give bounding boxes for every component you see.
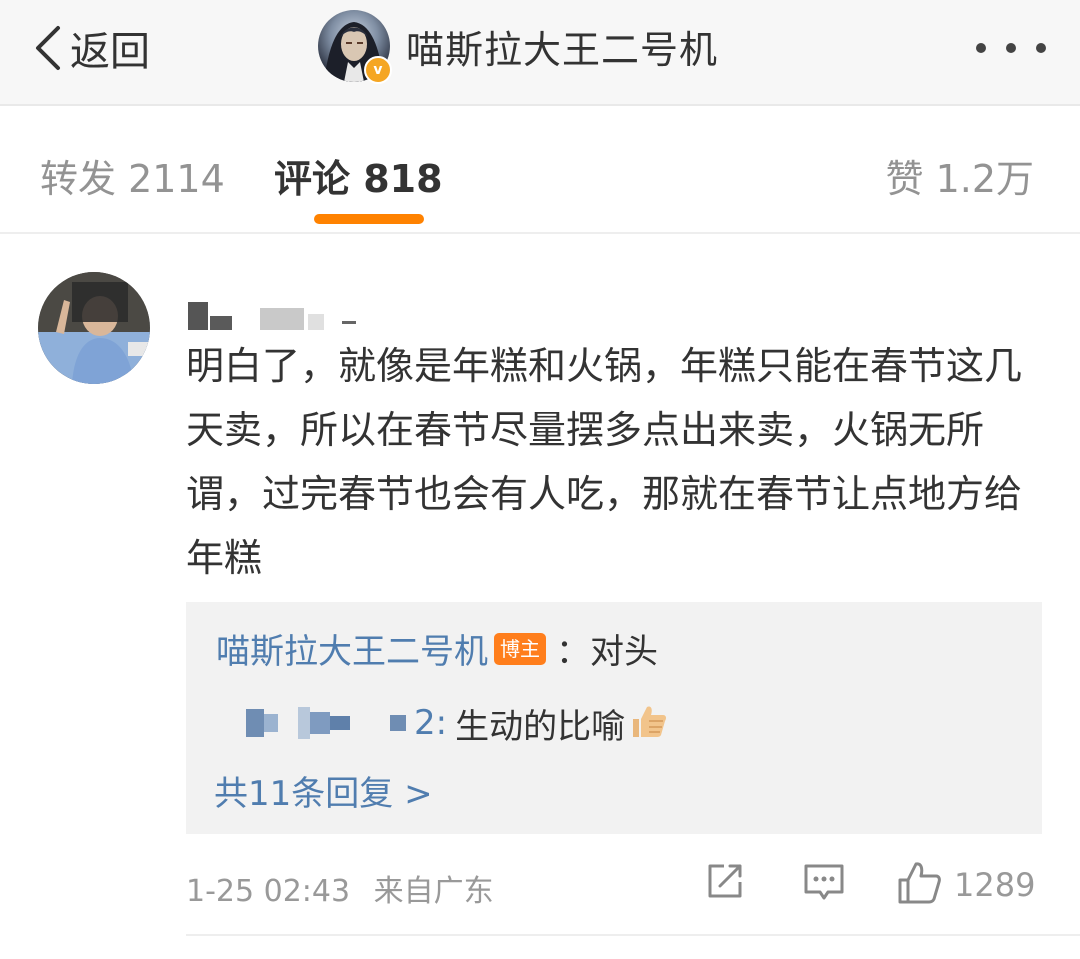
comment-timestamp: 1-25 02:43 — [186, 874, 351, 909]
tab-comment[interactable]: 评论 818 — [274, 148, 443, 203]
author-avatar[interactable]: v — [318, 10, 392, 84]
tab-bar: 转发 2114 评论 818 赞 1.2万 — [0, 106, 1080, 234]
privacy-mosaic — [72, 282, 128, 322]
reply-text: 生动的比喻 — [455, 706, 626, 747]
thumbs-up-emoji-icon — [629, 703, 667, 743]
comment-icon — [802, 860, 846, 908]
page-title: 喵斯拉大王二号机 — [406, 27, 719, 72]
comment-text: 明白了，就像是年糕和火锅，年糕只能在春节这几天卖，所以在春节尽量摆多点出来卖，火… — [186, 344, 1023, 580]
active-tab-indicator — [314, 214, 424, 224]
thumbs-up-icon — [896, 860, 942, 910]
reply-author-link[interactable]: 喵斯拉大王二号机 — [216, 624, 488, 673]
back-label: 返回 — [70, 29, 150, 75]
dot-icon — [1006, 43, 1016, 53]
commenter-name-redacted[interactable] — [188, 290, 356, 330]
chevron-left-icon — [32, 24, 62, 72]
reply-preview-box[interactable]: 喵斯拉大王二号机 博主 ：对头 2: 生动的比喻 共11条回复 > — [186, 602, 1042, 834]
tab-like[interactable]: 赞 1.2万 — [885, 148, 1034, 203]
comment-meta: 1-25 02:43 来自广东 — [186, 866, 494, 910]
reply-button[interactable] — [802, 860, 846, 908]
more-options-button[interactable] — [976, 36, 1046, 60]
top-nav-bar: 返回 v 喵斯拉大王二号机 — [0, 0, 1080, 106]
like-button[interactable]: 1289 — [896, 860, 1035, 910]
post-author[interactable]: v 喵斯拉大王二号机 — [318, 10, 719, 84]
blogger-badge: 博主 — [494, 632, 546, 665]
redacted-username[interactable] — [216, 707, 406, 739]
verified-badge-icon: v — [364, 56, 392, 84]
back-button[interactable]: 返回 — [32, 18, 150, 78]
reply-item: 喵斯拉大王二号机 博主 ：对头 — [216, 624, 658, 673]
tab-repost[interactable]: 转发 2114 — [40, 148, 225, 203]
commenter-avatar[interactable] — [38, 272, 150, 384]
reply-item: 2: 生动的比喻 — [216, 698, 776, 748]
dot-icon — [1036, 43, 1046, 53]
reply-author-suffix[interactable]: 2: — [414, 703, 447, 743]
reply-text: ：对头 — [556, 632, 658, 672]
like-count: 1289 — [954, 866, 1036, 904]
dot-icon — [976, 43, 986, 53]
comment-location: 来自广东 — [373, 874, 494, 909]
divider — [186, 934, 1080, 936]
share-icon — [704, 860, 746, 906]
share-button[interactable] — [704, 860, 746, 906]
view-all-replies-link[interactable]: 共11条回复 > — [214, 766, 433, 815]
